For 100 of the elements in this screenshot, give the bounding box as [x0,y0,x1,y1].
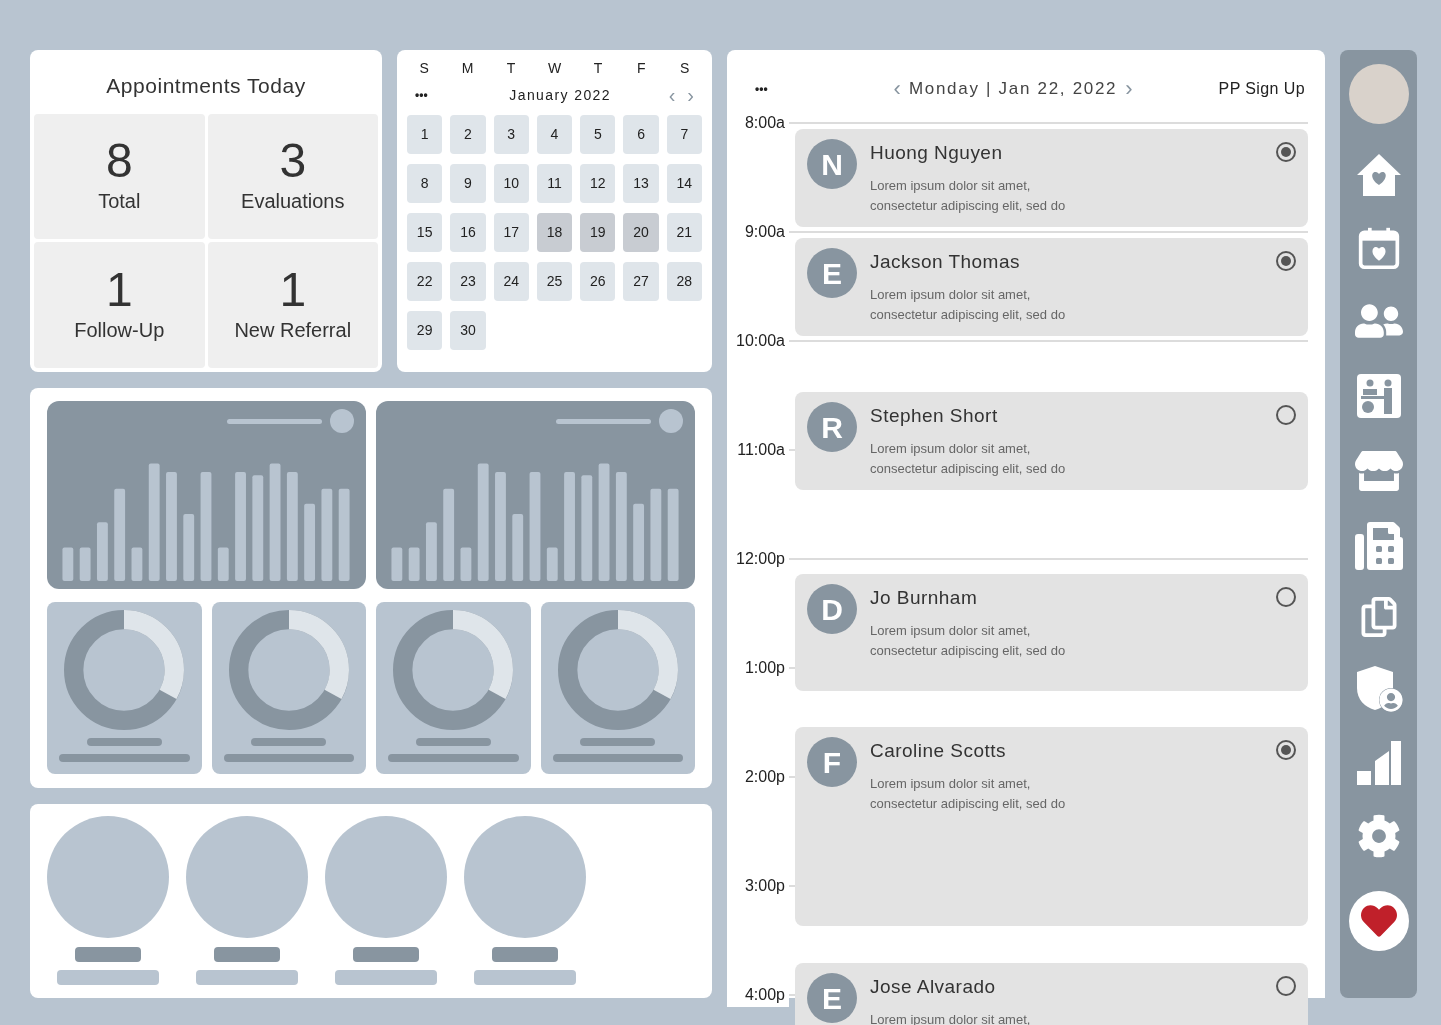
initial-avatar: R [807,402,857,452]
chart-bar [131,547,143,581]
calendar-day[interactable]: 21 [666,213,702,252]
calendar-day[interactable]: 19 [580,213,616,252]
calendar-day[interactable]: 12 [580,164,616,203]
fax-icon[interactable] [1354,522,1403,570]
calendar-day[interactable]: 20 [623,213,659,252]
calendar-day[interactable]: 5 [580,115,616,154]
chart-bar [512,513,524,581]
calendar-day[interactable]: 1 [407,115,443,154]
weekday-label: W [546,59,563,78]
stat-label: Follow-Up [74,318,165,344]
patient-name: Jackson Thomas [870,250,1021,274]
placeholder-bar [75,947,141,962]
stat-value: 3 [279,136,307,187]
shield-user-icon[interactable] [1354,664,1403,712]
chart-bar [408,547,420,581]
cashier-icon[interactable] [1354,372,1403,420]
stat-value: 8 [105,136,133,187]
appointment-note: Lorem ipsum dolor sit amet, consectetur adipiscing elit, sed do [870,285,1067,324]
initial-avatar: E [807,973,857,1023]
calendar-day[interactable]: 16 [450,213,486,252]
more-button[interactable]: ••• [415,86,428,104]
chart-bar [183,513,195,581]
chart-bar [97,522,108,581]
weekday-label: S [679,59,691,78]
calendar-day[interactable]: 13 [623,164,659,203]
calendar-day[interactable]: 10 [493,164,529,203]
step-chart-icon[interactable] [1354,739,1403,787]
initial-avatar: F [807,737,857,787]
stat-label: Evaluations [241,189,345,215]
chart-bar [217,547,229,581]
weekday-label: M [460,59,475,78]
radio-button[interactable] [1276,976,1296,996]
calendar-day[interactable]: 3 [493,115,529,154]
weekday-label: T [505,59,517,78]
appointment-card[interactable]: F Caroline Scotts Lorem ipsum dolor sit amet, consectetur adipiscing elit, sed do [795,727,1308,926]
calendar-day[interactable]: 27 [623,262,659,301]
patient-name: Huong Nguyen [870,141,1004,165]
calendar-day[interactable]: 28 [666,262,702,301]
stat-label: Total [98,189,141,215]
appointment-note: Lorem ipsum dolor sit amet, consectetur adipiscing elit, sed do [870,439,1067,478]
appointment-card[interactable]: N Huong Nguyen Lorem ipsum dolor sit amet, consectetur adipiscing elit, sed do [795,129,1308,227]
card-title: Appointments Today [105,73,307,99]
stat-value: 1 [105,265,133,316]
heart-icon [1360,903,1397,939]
weekday-label: F [636,59,647,78]
more-button[interactable]: ••• [755,79,768,98]
calendar-day[interactable]: 24 [493,262,529,301]
calendar-day[interactable]: 11 [536,164,573,203]
date-label: Monday | Jan 22, 2022 [908,77,1118,100]
radio-button[interactable] [1276,251,1296,271]
calendar-day[interactable]: 29 [407,311,443,350]
month-label: January 2022 [508,85,612,105]
calendar-day[interactable]: 25 [536,262,573,301]
calendar-day[interactable]: 14 [666,164,702,203]
stat-label: New Referral [234,318,352,344]
calendar-day[interactable]: 9 [450,164,486,203]
radio-button[interactable] [1276,587,1296,607]
placeholder-bar [353,947,419,962]
calendar-day[interactable]: 18 [536,213,573,252]
appointment-card[interactable]: R Stephen Short Lorem ipsum dolor sit amet, consectetur adipiscing elit, sed do [795,392,1308,490]
stat-value: 1 [279,265,307,316]
chart-bar [546,547,558,581]
calendar-heart-icon[interactable] [1356,226,1401,270]
patient-name: Stephen Short [870,404,999,428]
appointment-card[interactable]: D Jo Burnham Lorem ipsum dolor sit amet, consectetur adipiscing elit, sed do [795,574,1308,691]
chart-bar [460,547,472,581]
calendar-day[interactable]: 6 [623,115,659,154]
chart-bar [391,547,403,581]
chart-bar [62,547,74,581]
appointment-note: Lorem ipsum dolor sit amet, consectetur adipiscing elit, sed do [870,774,1067,813]
initial-avatar: E [807,248,857,298]
appointment-note: Lorem ipsum dolor sit amet, consectetur adipiscing elit, sed do [870,176,1067,215]
calendar-day[interactable]: 8 [407,164,443,203]
patient-name: Caroline Scotts [870,739,1007,763]
chart-bar [79,547,91,581]
appointment-note: Lorem ipsum dolor sit amet, consectetur adipiscing elit, sed do [870,621,1067,660]
patient-name: Jo Burnham [870,586,979,610]
patient-name: Jose Alvarado [870,975,997,999]
placeholder-bar [492,947,558,962]
calendar-day[interactable]: 23 [450,262,486,301]
initial-avatar: N [807,139,857,189]
pp-sign-up-link[interactable]: PP Sign Up [1218,76,1305,101]
radio-button[interactable] [1276,740,1296,760]
initial-avatar: D [807,584,857,634]
calendar-day[interactable]: 2 [450,115,486,154]
calendar-day[interactable]: 26 [580,262,616,301]
calendar-day[interactable]: 22 [407,262,443,301]
placeholder-bar [214,947,280,962]
radio-button[interactable] [1276,142,1296,162]
calendar-day[interactable]: 4 [536,115,573,154]
calendar-day[interactable]: 15 [407,213,443,252]
radio-button[interactable] [1276,405,1296,425]
appointment-card[interactable]: E Jackson Thomas Lorem ipsum dolor sit amet, consectetur adipiscing elit, sed do [795,238,1308,336]
calendar-day[interactable]: 17 [493,213,529,252]
calendar-day[interactable]: 30 [450,311,486,350]
settings-icon[interactable] [1356,814,1401,858]
calendar-day[interactable]: 7 [666,115,702,154]
weekday-label: S [418,59,430,78]
